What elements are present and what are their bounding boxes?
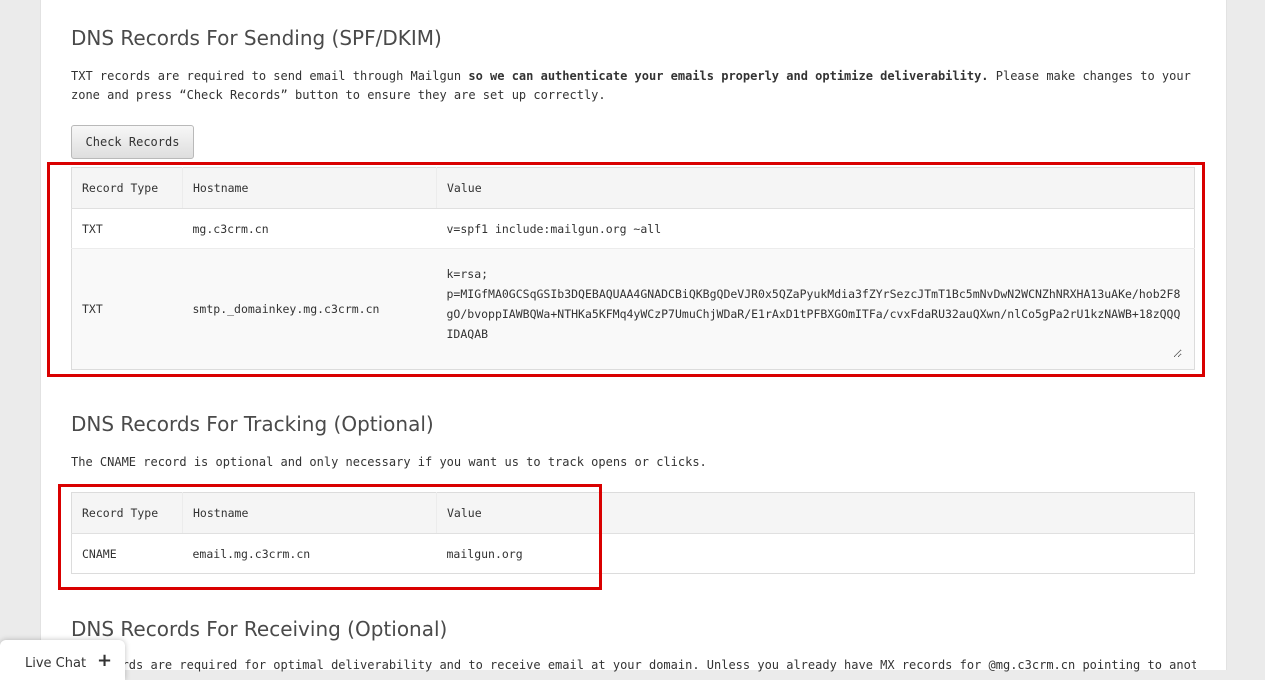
sending-records-table: Record Type Hostname Value TXT mg.c3crm.… — [71, 167, 1195, 370]
record-type-cell: TXT — [71, 208, 183, 249]
value-cell: mailgun.org — [436, 533, 1195, 574]
sending-intro: TXT records are required to send email t… — [71, 67, 1196, 105]
sending-heading: DNS Records For Sending (SPF/DKIM) — [71, 26, 442, 50]
receiving-heading: DNS Records For Receiving (Optional) — [71, 617, 448, 641]
record-type-cell: TXT — [71, 248, 183, 370]
column-header: Hostname — [182, 492, 437, 534]
sending-intro-bold: so we can authenticate your emails prope… — [468, 69, 989, 83]
column-header: Record Type — [71, 167, 183, 209]
column-header: Value — [436, 167, 1195, 209]
check-records-button[interactable]: Check Records — [71, 125, 194, 159]
hostname-cell: email.mg.c3crm.cn — [182, 533, 437, 574]
receiving-intro: MX records are required for optimal deli… — [71, 658, 1196, 672]
column-header: Value — [436, 492, 1195, 534]
dkim-value-textarea[interactable]: k=rsa; p=MIGfMA0GCSqGSIb3DQEBAQUAA4GNADC… — [446, 257, 1182, 358]
tracking-heading: DNS Records For Tracking (Optional) — [71, 412, 434, 436]
column-header: Record Type — [71, 492, 183, 534]
tracking-records-table: Record Type Hostname Value CNAME email.m… — [71, 492, 1195, 574]
value-cell: k=rsa; p=MIGfMA0GCSqGSIb3DQEBAQUAA4GNADC… — [436, 248, 1195, 370]
column-header: Hostname — [182, 167, 437, 209]
hostname-cell: mg.c3crm.cn — [182, 208, 437, 249]
tracking-intro: The CNAME record is optional and only ne… — [71, 455, 707, 469]
table-row: CNAME email.mg.c3crm.cn mailgun.org — [71, 533, 1195, 574]
sending-intro-text: TXT records are required to send email t… — [71, 69, 469, 83]
value-cell: v=spf1 include:mailgun.org ~all — [436, 208, 1195, 249]
table-row: TXT smtp._domainkey.mg.c3crm.cn k=rsa; p… — [71, 248, 1195, 370]
table-header-row: Record Type Hostname Value — [71, 492, 1195, 534]
live-chat-button[interactable]: Live Chat + — [0, 640, 125, 680]
plus-icon: + — [97, 650, 113, 671]
table-row: TXT mg.c3crm.cn v=spf1 include:mailgun.o… — [71, 208, 1195, 249]
live-chat-label: Live Chat — [25, 656, 87, 671]
hostname-cell: smtp._domainkey.mg.c3crm.cn — [182, 248, 437, 370]
main-content: DNS Records For Sending (SPF/DKIM) TXT r… — [40, 0, 1227, 672]
record-type-cell: CNAME — [71, 533, 183, 574]
table-header-row: Record Type Hostname Value — [71, 167, 1195, 209]
